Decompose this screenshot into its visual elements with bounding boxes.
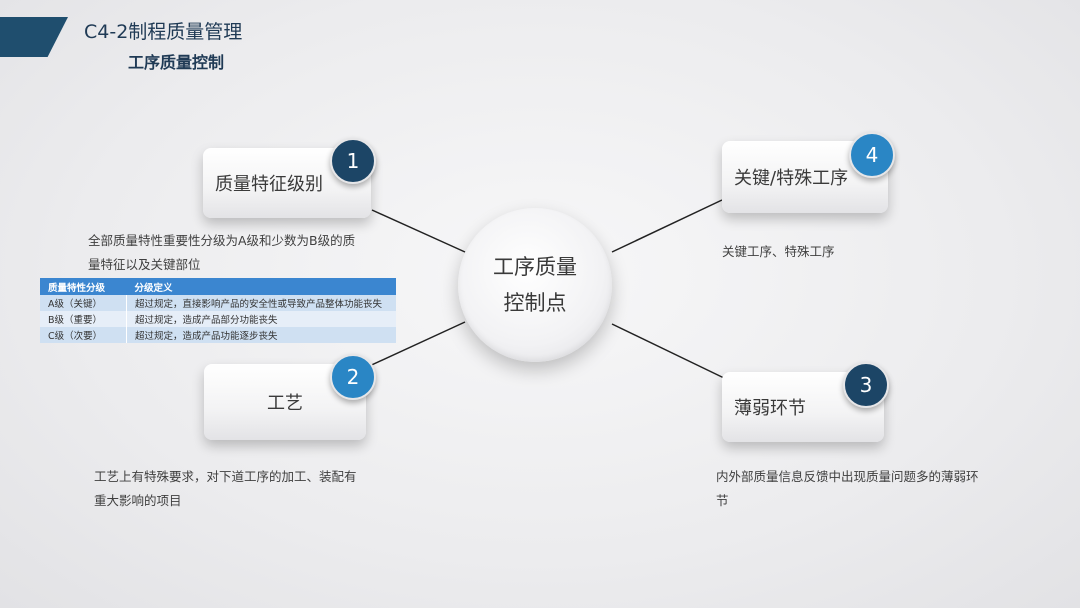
- node-number-badge: 2: [330, 354, 376, 400]
- node-number-badge: 3: [843, 362, 889, 408]
- table-header-cell: 分级定义: [126, 278, 396, 295]
- node-label: 薄弱环节: [734, 398, 806, 419]
- node-number-badge: 4: [849, 132, 895, 178]
- connector-1: [371, 209, 466, 253]
- hub-line-2: 控制点: [503, 291, 567, 315]
- table-cell: C级（次要）: [40, 327, 127, 343]
- table-cell: A级（关键）: [40, 295, 127, 311]
- table-cell: 超过规定，造成产品部分功能丧失: [126, 311, 396, 327]
- node-number-badge: 1: [330, 138, 376, 184]
- table-cell: 超过规定，直接影响产品的安全性或导致产品整体功能丧失: [126, 295, 396, 311]
- connector-3: [611, 323, 725, 379]
- table-row: A级（关键） 超过规定，直接影响产品的安全性或导致产品整体功能丧失: [40, 295, 396, 311]
- table-cell: 超过规定，造成产品功能逐步丧失: [126, 327, 396, 343]
- node-description: 内外部质量信息反馈中出现质量问题多的薄弱环 节: [716, 469, 979, 508]
- table-header-cell: 质量特性分级: [40, 278, 127, 295]
- node-description: 工艺上有特殊要求，对下道工序的加工、装配有 重大影响的项目: [94, 469, 357, 508]
- hub-line-1: 工序质量: [493, 255, 577, 279]
- table-header-row: 质量特性分级 分级定义: [40, 278, 396, 295]
- node-description: 全部质量特性重要性分级为A级和少数为B级的质 量特征以及关键部位: [88, 233, 356, 272]
- table-row: B级（重要） 超过规定，造成产品部分功能丧失: [40, 311, 396, 327]
- table-row: C级（次要） 超过规定，造成产品功能逐步丧失: [40, 327, 396, 343]
- node-label: 质量特征级别: [215, 174, 323, 195]
- hub-circle: 工序质量 控制点: [458, 208, 612, 362]
- grade-table: 质量特性分级 分级定义 A级（关键） 超过规定，直接影响产品的安全性或导致产品整…: [40, 278, 396, 343]
- table-cell: B级（重要）: [40, 311, 127, 327]
- node-label: 工艺: [267, 393, 303, 414]
- connector-4: [611, 199, 723, 253]
- node-description: 关键工序、特殊工序: [722, 244, 835, 259]
- node-label: 关键/特殊工序: [734, 168, 849, 189]
